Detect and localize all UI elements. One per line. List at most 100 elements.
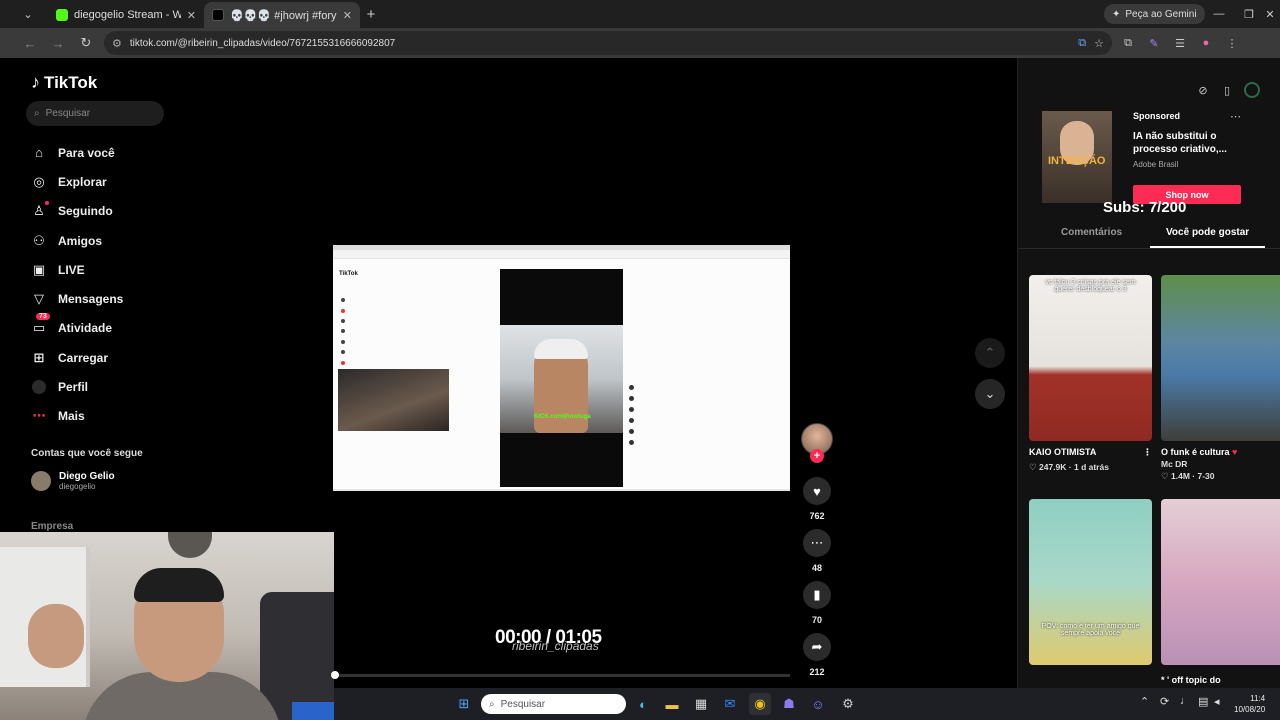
sidebar-item-seguindo[interactable]: ♙ Seguindo xyxy=(31,197,123,226)
sidebar-item-mais[interactable]: ⋯ Mais xyxy=(31,402,123,431)
sidebar-item-label: LIVE xyxy=(58,262,85,277)
sidebar-search-input[interactable]: ⌕ Pesquisar xyxy=(26,101,164,126)
follow-plus-icon[interactable]: + xyxy=(810,449,824,463)
card-title-text: O funk é cultura ♥ xyxy=(1161,447,1238,457)
sidebar-item-label: Seguindo xyxy=(58,204,113,219)
like-heart-icon[interactable]: ♥ xyxy=(803,477,831,505)
volume-icon[interactable]: ◂ xyxy=(1214,695,1220,708)
file-explorer-icon[interactable]: ▬ xyxy=(661,693,683,715)
messages-icon: ▽ xyxy=(34,291,44,307)
search-icon: ⌕ xyxy=(34,108,40,119)
recommended-video-card[interactable]: O funk é cultura ♥ Mc DR ♡ 1.4M · 7-30 xyxy=(1161,275,1280,482)
progress-handle[interactable] xyxy=(331,671,339,679)
inner-addressbar xyxy=(333,250,790,259)
tab-close-icon[interactable]: ✕ xyxy=(187,9,196,22)
taskbar-clock[interactable]: 11:4 10/08/20 xyxy=(1234,693,1265,715)
sidebar-item-perfil[interactable]: Perfil xyxy=(31,372,123,401)
share-arrow-icon[interactable]: ➦ xyxy=(803,633,831,661)
tray-chevron-icon[interactable]: ⌃ xyxy=(1140,695,1149,708)
recommended-video-card[interactable]: vc falou 3 coisas pra ele sem querer des… xyxy=(1029,275,1152,473)
network-icon[interactable]: ▤ xyxy=(1198,695,1208,708)
webcam-lamp xyxy=(168,532,212,558)
notification-dot xyxy=(45,200,49,205)
tiktok-logo[interactable]: ♪ TikTok xyxy=(31,72,97,93)
link-icon[interactable]: ⊘ xyxy=(1196,83,1210,97)
forward-arrow-icon[interactable]: → xyxy=(46,31,70,55)
site-info-icon[interactable]: ⚙ xyxy=(112,37,122,50)
compass-icon: ◎ xyxy=(33,173,45,189)
following-name: Diego Gelio xyxy=(59,471,115,482)
profile-ring-icon[interactable] xyxy=(1244,82,1260,98)
video-progress-bar[interactable] xyxy=(331,671,790,679)
activity-icon: ▭ xyxy=(32,320,46,336)
gemini-button[interactable]: ✦ Peça ao Gemini xyxy=(1104,4,1205,24)
previous-video-button[interactable]: ⌃ xyxy=(975,338,1005,368)
extensions-icon[interactable]: ⧉ xyxy=(1118,33,1138,53)
reload-icon[interactable]: ↻ xyxy=(74,31,98,55)
bookmark-star-icon[interactable]: ☆ xyxy=(1094,37,1104,50)
tiktok-note-icon: ♪ xyxy=(31,72,40,92)
edge-browser-icon[interactable]: ◐ xyxy=(632,693,654,715)
sidebar-item-explorar[interactable]: ◎ Explorar xyxy=(31,167,123,196)
video-card-meta: ♡ 1.4M · 7-30 xyxy=(1161,471,1215,481)
teams-icon[interactable]: ☗ xyxy=(778,693,800,715)
close-window-icon[interactable]: ✕ xyxy=(1260,0,1280,28)
tab-comments[interactable]: Comentários xyxy=(1061,227,1122,238)
comment-icon[interactable]: ⋯ xyxy=(803,529,831,557)
ad-title[interactable]: IA não substitui o processo criativo,... xyxy=(1133,130,1233,156)
tab-tiktok-video[interactable]: 💀💀💀 #jhowrj #foryou #fyp ✕ xyxy=(204,2,360,28)
ad-more-icon[interactable]: ⋯ xyxy=(1230,110,1241,123)
microphone-icon[interactable]: ♩ xyxy=(1180,695,1191,707)
back-arrow-icon[interactable]: ← xyxy=(18,31,42,55)
pen-extension-icon[interactable]: ✎ xyxy=(1144,33,1164,53)
video-player[interactable]: TikTok KICK.com/jhowtuga xyxy=(333,245,790,491)
sidebar-item-label: Perfil xyxy=(58,380,89,395)
sidebar-item-amigos[interactable]: ⚇ Amigos xyxy=(31,226,123,255)
tab-search-menu-icon[interactable]: ⌄ xyxy=(16,3,40,25)
account-avatar-icon[interactable]: ● xyxy=(1196,33,1216,53)
ad-thumbnail[interactable]: INTENÇÃO xyxy=(1042,111,1112,203)
tab-kick-stream[interactable]: diegogelio Stream - Watch Live ✕ xyxy=(48,2,204,28)
outlook-icon[interactable]: ✉ xyxy=(719,693,741,715)
taskbar-search-input[interactable]: ⌕ Pesquisar xyxy=(481,694,626,714)
recommended-video-card[interactable]: * ' off topic do xyxy=(1161,499,1280,685)
sidebar-item-atividade[interactable]: ▭ 73 Atividade xyxy=(31,312,123,343)
settings-gear-icon[interactable]: ⚙ xyxy=(837,693,859,715)
store-icon[interactable]: ▦ xyxy=(690,693,712,715)
translate-icon[interactable]: ⧉ xyxy=(1078,37,1086,50)
address-bar[interactable]: ⚙ tiktok.com/@ribeirin_clipadas/video/76… xyxy=(104,31,1112,55)
media-icon[interactable]: ☰ xyxy=(1170,33,1190,53)
sidebar-item-carregar[interactable]: ⊞ Carregar xyxy=(31,343,123,372)
menu-dots-icon[interactable]: ⋮ xyxy=(1222,33,1242,53)
new-tab-button[interactable]: + xyxy=(360,6,382,23)
windows-start-icon[interactable]: ⊞ xyxy=(453,693,475,715)
logo-text: TikTok xyxy=(44,72,98,92)
company-link[interactable]: Empresa xyxy=(31,521,73,532)
chrome-icon[interactable]: ◉ xyxy=(749,693,771,715)
inner-video-cap xyxy=(534,339,588,359)
gemini-label: Peça ao Gemini xyxy=(1125,8,1197,20)
inner-video-frame: KICK.com/jhowtuga xyxy=(500,269,623,487)
phone-icon[interactable]: ▯ xyxy=(1220,83,1234,97)
minimize-icon[interactable]: — xyxy=(1204,0,1234,28)
comment-count: 48 xyxy=(811,563,822,573)
webcam-hand xyxy=(28,604,84,668)
next-video-button[interactable]: ⌄ xyxy=(975,379,1005,409)
video-card-title: KAIO OTIMISTA ⋮ xyxy=(1029,447,1152,458)
sidebar-item-mensagens[interactable]: ▽ Mensagens xyxy=(31,284,123,313)
gemini-sparkle-icon: ✦ xyxy=(1112,8,1121,20)
tab-close-icon[interactable]: ✕ xyxy=(343,9,352,22)
inner-webcam-thumbnail xyxy=(338,369,449,431)
tray-sync-icon[interactable]: ⟳ xyxy=(1160,695,1169,708)
tab-you-may-like[interactable]: Você pode gostar xyxy=(1166,227,1249,238)
sidebar-item-para-voce[interactable]: ⌂ Para você xyxy=(31,138,123,167)
card-more-icon[interactable]: ⋮ xyxy=(1143,447,1152,458)
discord-icon[interactable]: ☺ xyxy=(807,693,829,715)
sidebar-item-label: Atividade xyxy=(58,321,113,336)
recommended-video-card[interactable]: POV: como é ter um amigo que sempre apoi… xyxy=(1029,499,1152,665)
sidebar-item-live[interactable]: ▣ LIVE xyxy=(31,255,123,284)
following-account[interactable]: Diego Gelio diegogelio xyxy=(31,471,115,491)
like-count: 762 xyxy=(809,511,825,521)
video-watermark: ribeirin_clipadas xyxy=(512,639,599,653)
bookmark-icon[interactable]: ▮ xyxy=(803,581,831,609)
